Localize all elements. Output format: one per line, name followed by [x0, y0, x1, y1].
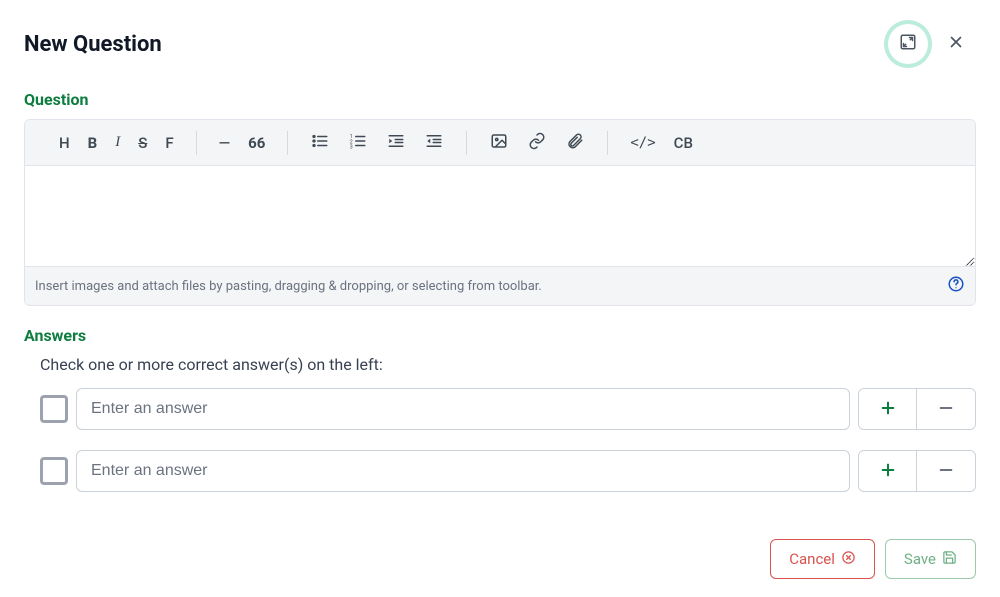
- image-icon: [490, 132, 508, 154]
- modal-title: New Question: [24, 32, 162, 57]
- toolbar-link-button[interactable]: [527, 133, 547, 153]
- answer-correct-checkbox[interactable]: [40, 395, 68, 423]
- indent-icon: [387, 132, 405, 154]
- add-answer-button[interactable]: [859, 389, 917, 429]
- toolbar-quote-button[interactable]: 66: [248, 134, 265, 152]
- minus-icon: [938, 459, 954, 483]
- resize-handle: [963, 254, 973, 264]
- plus-icon: [880, 397, 896, 421]
- toolbar-separator: [196, 131, 197, 155]
- minus-icon: [938, 397, 954, 421]
- answers-instruction: Check one or more correct answer(s) on t…: [40, 355, 976, 374]
- editor-footer: Insert images and attach files by pastin…: [25, 266, 975, 305]
- editor-textarea[interactable]: [25, 166, 975, 266]
- toolbar-image-button[interactable]: [489, 133, 509, 153]
- attachment-icon: [566, 132, 584, 154]
- new-question-modal: New Question Question H B I S F — 66: [0, 0, 1000, 597]
- remove-answer-button[interactable]: [917, 451, 975, 491]
- answer-input[interactable]: [76, 388, 850, 430]
- toolbar-bold-button[interactable]: B: [88, 134, 98, 152]
- bullet-list-icon: [311, 132, 329, 154]
- expand-icon: [899, 33, 917, 55]
- toolbar-separator: [466, 131, 467, 155]
- modal-footer: Cancel Save: [770, 539, 976, 579]
- toolbar-bullet-list-button[interactable]: [310, 133, 330, 153]
- answer-row: [24, 388, 976, 430]
- ordered-list-icon: 123: [349, 132, 367, 154]
- cancel-button-label: Cancel: [789, 550, 835, 568]
- editor-toolbar: H B I S F — 66 123: [25, 120, 975, 166]
- editor-footer-hint: Insert images and attach files by pastin…: [35, 279, 542, 294]
- help-icon: [947, 282, 965, 297]
- toolbar-italic-button[interactable]: I: [115, 134, 120, 151]
- cancel-button[interactable]: Cancel: [770, 539, 875, 579]
- remove-answer-button[interactable]: [917, 389, 975, 429]
- toolbar-strike-button[interactable]: S: [138, 134, 147, 152]
- toolbar-attachment-button[interactable]: [565, 133, 585, 153]
- toolbar-heading-button[interactable]: H: [59, 134, 70, 152]
- answer-buttons: [858, 388, 976, 430]
- link-icon: [528, 132, 546, 154]
- toolbar-ordered-list-button[interactable]: 123: [348, 133, 368, 153]
- close-button[interactable]: [936, 24, 976, 64]
- toolbar-separator: [607, 131, 608, 155]
- expand-button[interactable]: [888, 24, 928, 64]
- question-section-label: Question: [24, 90, 976, 109]
- editor-help-button[interactable]: [947, 275, 965, 297]
- answer-input[interactable]: [76, 450, 850, 492]
- answer-correct-checkbox[interactable]: [40, 457, 68, 485]
- question-editor: H B I S F — 66 123: [24, 119, 976, 306]
- cancel-circle-icon: [841, 550, 856, 569]
- save-disk-icon: [942, 550, 957, 569]
- toolbar-font-button[interactable]: F: [165, 134, 173, 152]
- toolbar-codeblock-button[interactable]: CB: [674, 134, 693, 152]
- toolbar-code-button[interactable]: </>: [630, 135, 655, 151]
- modal-header: New Question: [24, 24, 976, 64]
- answers-section-label: Answers: [24, 326, 976, 345]
- svg-text:3: 3: [350, 144, 353, 150]
- close-icon: [947, 33, 965, 55]
- plus-icon: [880, 459, 896, 483]
- answer-row: [24, 450, 976, 492]
- add-answer-button[interactable]: [859, 451, 917, 491]
- toolbar-outdent-button[interactable]: [424, 133, 444, 153]
- toolbar-hr-button[interactable]: —: [219, 134, 231, 152]
- toolbar-indent-button[interactable]: [386, 133, 406, 153]
- save-button[interactable]: Save: [885, 539, 976, 579]
- toolbar-separator: [287, 131, 288, 155]
- answer-buttons: [858, 450, 976, 492]
- outdent-icon: [425, 132, 443, 154]
- save-button-label: Save: [904, 550, 936, 568]
- header-actions: [888, 24, 976, 64]
